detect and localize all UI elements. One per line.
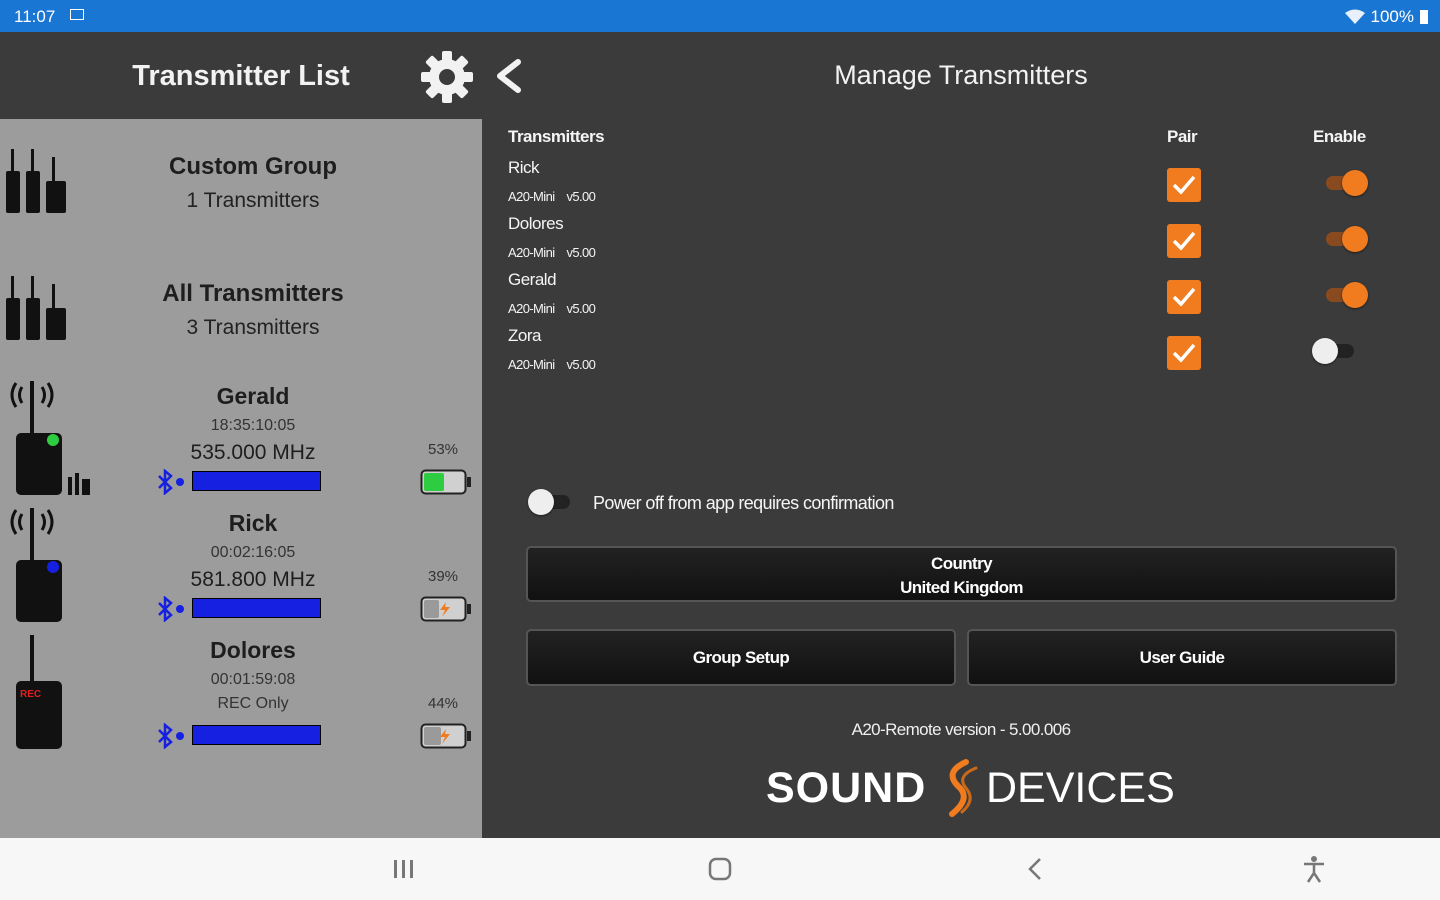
transmitter-row-model: A20-Mini v5.00 bbox=[508, 357, 607, 372]
checkmark-icon bbox=[1172, 343, 1196, 363]
manage-title: Manage Transmitters bbox=[834, 60, 1088, 90]
signal-meter bbox=[192, 725, 321, 745]
pair-checkbox[interactable] bbox=[1167, 224, 1201, 258]
transmitter-row-name: Zora bbox=[508, 326, 541, 345]
status-bar: 11:07 100% bbox=[0, 0, 1440, 32]
image-notification-icon bbox=[70, 9, 84, 20]
bluetooth-icon bbox=[158, 596, 184, 622]
country-button[interactable]: Country United Kingdom bbox=[526, 546, 1397, 602]
model: A20-Mini bbox=[508, 301, 555, 316]
user-guide-button[interactable]: User Guide bbox=[967, 629, 1397, 686]
transmitter-row-model: A20-Mini v5.00 bbox=[508, 301, 607, 316]
enable-toggle[interactable] bbox=[1320, 224, 1368, 254]
model: A20-Mini bbox=[508, 189, 555, 204]
transmitter-row-model: A20-Mini v5.00 bbox=[508, 245, 607, 260]
left-header: Transmitter List bbox=[0, 32, 482, 119]
checkmark-icon bbox=[1172, 287, 1196, 307]
system-nav-bar bbox=[0, 838, 1440, 900]
transmitter-name: Rick bbox=[228, 510, 278, 536]
group-name: All Transmitters bbox=[162, 280, 344, 307]
version: v5.00 bbox=[566, 357, 596, 372]
bluetooth-icon bbox=[158, 723, 184, 749]
country-title: Country bbox=[931, 554, 993, 573]
version: v5.00 bbox=[566, 189, 596, 204]
timecode: 00:01:59:08 bbox=[210, 671, 296, 688]
group-setup-button[interactable]: Group Setup bbox=[526, 629, 956, 686]
clock: 11:07 bbox=[14, 7, 56, 26]
column-header-transmitters: Transmitters bbox=[508, 127, 605, 146]
pair-checkbox[interactable] bbox=[1167, 336, 1201, 370]
transmitter-item-rick[interactable]: Rick 00:02:16:05 581.800 MHz 39% bbox=[0, 502, 482, 630]
power-off-confirm-label: Power off from app requires confirmation bbox=[593, 493, 894, 513]
version: v5.00 bbox=[566, 245, 596, 260]
battery-icon bbox=[1420, 10, 1428, 24]
model: A20-Mini bbox=[508, 357, 555, 372]
battery-percent: 100% bbox=[1370, 7, 1414, 26]
checkmark-icon bbox=[1172, 231, 1196, 251]
battery-icon bbox=[420, 469, 471, 495]
transmitter-row-name: Dolores bbox=[508, 214, 564, 233]
logo-sound: SOUND bbox=[766, 764, 927, 812]
enable-toggle[interactable] bbox=[1320, 168, 1368, 198]
signal-meter bbox=[192, 598, 321, 618]
gear-icon[interactable] bbox=[420, 50, 474, 104]
timecode: 18:35:10:05 bbox=[210, 417, 296, 434]
transmitter-item-dolores[interactable]: REC Dolores 00:01:59:08 REC Only 44% bbox=[0, 629, 482, 757]
app-version: A20-Remote version - 5.00.006 bbox=[851, 720, 1071, 739]
battery-percent: 39% bbox=[428, 568, 459, 585]
pair-checkbox[interactable] bbox=[1167, 280, 1201, 314]
battery-percent: 44% bbox=[428, 695, 459, 712]
column-header-pair: Pair bbox=[1167, 127, 1198, 146]
transmitter-row-model: A20-Mini v5.00 bbox=[508, 189, 607, 204]
wifi-icon bbox=[1344, 9, 1365, 24]
transmitter-row-name: Gerald bbox=[508, 270, 557, 289]
signal-meter bbox=[192, 471, 321, 491]
power-off-confirm-toggle[interactable] bbox=[528, 487, 576, 517]
timecode: 00:02:16:05 bbox=[210, 544, 296, 561]
group-name: Custom Group bbox=[169, 153, 337, 180]
model: A20-Mini bbox=[508, 245, 555, 260]
country-value: United Kingdom bbox=[900, 578, 1023, 597]
back-icon[interactable] bbox=[1016, 852, 1056, 886]
recent-apps-icon[interactable] bbox=[384, 852, 424, 886]
group-all[interactable]: All Transmitters 3 Transmitters bbox=[0, 254, 482, 374]
group-count: 3 Transmitters bbox=[186, 316, 320, 339]
transmitter-name: Dolores bbox=[210, 637, 296, 663]
checkmark-icon bbox=[1172, 175, 1196, 195]
battery-charging-icon bbox=[420, 723, 471, 749]
transmitter-item-gerald[interactable]: Gerald 18:35:10:05 535.000 MHz 53% bbox=[0, 375, 482, 503]
bluetooth-icon bbox=[158, 469, 184, 495]
group-custom[interactable]: Custom Group 1 Transmitters bbox=[0, 127, 482, 247]
transmitter-name: Gerald bbox=[216, 383, 290, 409]
transmitter-list-panel: Custom Group 1 Transmitters All Transmit… bbox=[0, 119, 482, 838]
logo-devices: DEVICES bbox=[986, 764, 1175, 812]
version: v5.00 bbox=[566, 301, 596, 316]
group-count: 1 Transmitters bbox=[186, 189, 320, 212]
logo-wave-icon bbox=[949, 759, 978, 817]
battery-charging-icon bbox=[420, 596, 471, 622]
enable-toggle[interactable] bbox=[1320, 280, 1368, 310]
accessibility-icon[interactable] bbox=[1294, 852, 1334, 886]
sound-devices-logo: SOUND DEVICES bbox=[766, 756, 1175, 818]
pair-checkbox[interactable] bbox=[1167, 168, 1201, 202]
page-title: Transmitter List bbox=[132, 60, 350, 92]
battery-percent: 53% bbox=[428, 441, 459, 458]
transmitter-row-name: Rick bbox=[508, 158, 540, 177]
column-header-enable: Enable bbox=[1313, 127, 1366, 146]
status-right: 100% bbox=[1344, 7, 1428, 27]
home-icon[interactable] bbox=[700, 852, 740, 886]
enable-toggle[interactable] bbox=[1312, 336, 1360, 366]
